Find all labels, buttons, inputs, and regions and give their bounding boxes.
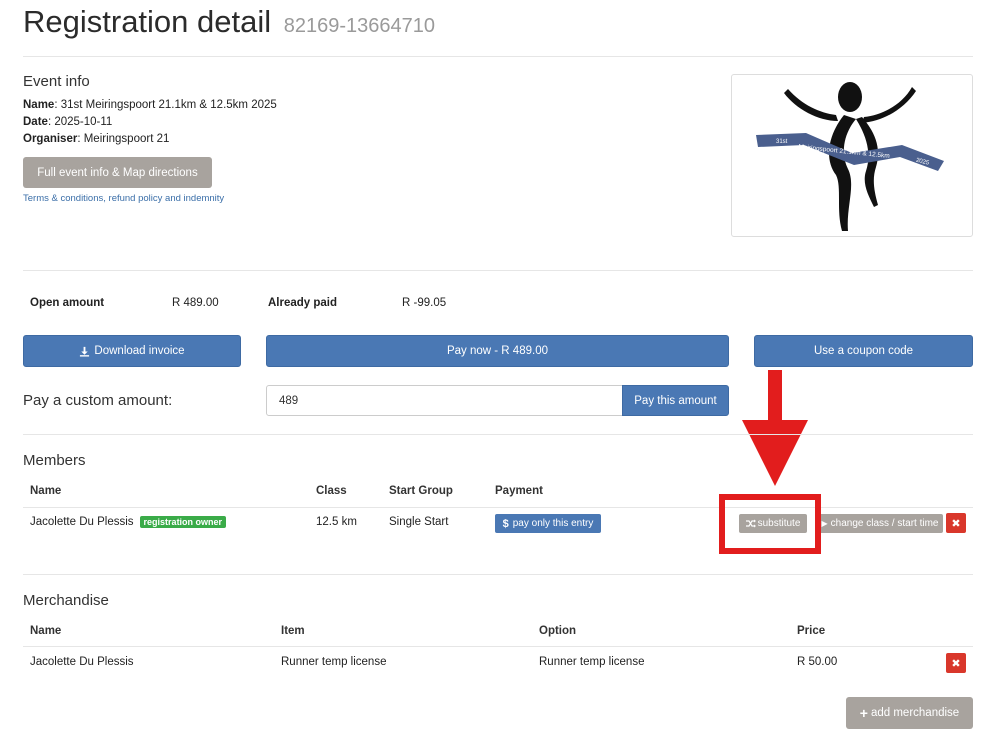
merchandise-heading: Merchandise: [23, 592, 109, 609]
play-icon: ▶: [821, 519, 828, 528]
merch-col-name: Name: [30, 625, 62, 637]
already-paid-value: R -99.05: [402, 297, 447, 309]
member-name: Jacolette Du Plessis: [30, 516, 134, 528]
event-organiser: Organiser: Meiringspoort 21: [23, 133, 169, 145]
merch-option: Runner temp license: [539, 656, 645, 668]
members-col-payment: Payment: [495, 485, 543, 497]
table-row: Jacolette Du Plessis Runner temp license…: [23, 647, 973, 679]
terms-link[interactable]: Terms & conditions, refund policy and in…: [23, 193, 224, 204]
registration-owner-badge: registration owner: [139, 516, 227, 528]
member-start-group: Single Start: [389, 516, 449, 528]
merch-col-option: Option: [539, 625, 577, 637]
download-invoice-label: Download invoice: [94, 345, 185, 357]
event-organiser-value: : Meiringspoort 21: [77, 133, 170, 145]
custom-amount-label: Pay a custom amount:: [23, 392, 173, 409]
custom-amount-input[interactable]: 489: [266, 385, 623, 416]
coupon-code-button[interactable]: Use a coupon code: [754, 335, 973, 367]
event-logo: 31st Meiringspoort 21.1km & 12.5km 2025: [731, 74, 973, 237]
table-row: Jacolette Du Plessis registration owner …: [23, 508, 973, 538]
page-title-text: Registration detail: [23, 4, 272, 39]
delete-merchandise-button[interactable]: ✖: [946, 653, 966, 673]
event-name: Name: 31st Meiringspoort 21.1km & 12.5km…: [23, 99, 277, 111]
event-logo-image: 31st Meiringspoort 21.1km & 12.5km 2025: [756, 82, 944, 231]
pay-only-this-entry-label: pay only this entry: [512, 518, 594, 529]
registration-number: 82169-13664710: [283, 15, 436, 37]
members-col-name: Name: [30, 485, 62, 497]
members-col-start-group: Start Group: [389, 485, 453, 497]
member-class: 12.5 km: [316, 516, 357, 528]
merch-col-price: Price: [797, 625, 826, 637]
add-merchandise-button[interactable]: + add merchandise: [846, 697, 973, 729]
merch-name: Jacolette Du Plessis: [30, 656, 134, 668]
member-name-cell: Jacolette Du Plessis registration owner: [30, 516, 227, 528]
close-icon: ✖: [951, 517, 961, 530]
change-class-label: change class / start time: [830, 518, 939, 529]
open-amount-label: Open amount: [30, 297, 105, 309]
download-icon: [80, 346, 90, 357]
event-date-value: : 2025-10-11: [47, 116, 113, 128]
open-amount-value: R 489.00: [172, 297, 219, 309]
change-class-button[interactable]: ▶ change class / start time: [817, 514, 943, 533]
close-icon: ✖: [951, 657, 961, 670]
annotation-arrow-icon: [742, 370, 808, 486]
pay-only-this-entry-button[interactable]: $ pay only this entry: [495, 514, 601, 533]
event-info-heading: Event info: [23, 73, 90, 90]
divider: [23, 270, 973, 271]
members-heading: Members: [23, 452, 86, 469]
dollar-icon: $: [502, 517, 509, 530]
delete-member-button[interactable]: ✖: [946, 513, 966, 533]
merch-price: R 50.00: [797, 656, 838, 668]
add-merchandise-label: add merchandise: [870, 707, 960, 719]
event-name-label: Name: [23, 99, 55, 111]
page-title: Registration detail 82169-13664710: [23, 4, 435, 40]
event-name-value: : 31st Meiringspoort 21.1km & 12.5km 202…: [54, 99, 277, 111]
logo-text-31st: 31st: [776, 139, 788, 145]
pay-now-button[interactable]: Pay now - R 489.00: [266, 335, 729, 367]
full-event-info-button[interactable]: Full event info & Map directions: [23, 157, 212, 188]
already-paid-label: Already paid: [268, 297, 338, 309]
merch-col-item: Item: [281, 625, 305, 637]
plus-icon: +: [859, 705, 868, 721]
divider: [23, 574, 973, 575]
divider: [23, 56, 973, 57]
pay-this-amount-button[interactable]: Pay this amount: [622, 385, 729, 416]
divider: [23, 434, 973, 435]
members-col-class: Class: [316, 485, 347, 497]
event-date: Date: 2025-10-11: [23, 116, 112, 128]
download-invoice-button[interactable]: Download invoice: [23, 335, 241, 367]
event-organiser-label: Organiser: [23, 133, 78, 145]
annotation-highlight-box: [719, 494, 821, 554]
event-date-label: Date: [23, 116, 48, 128]
merch-item: Runner temp license: [281, 656, 387, 668]
